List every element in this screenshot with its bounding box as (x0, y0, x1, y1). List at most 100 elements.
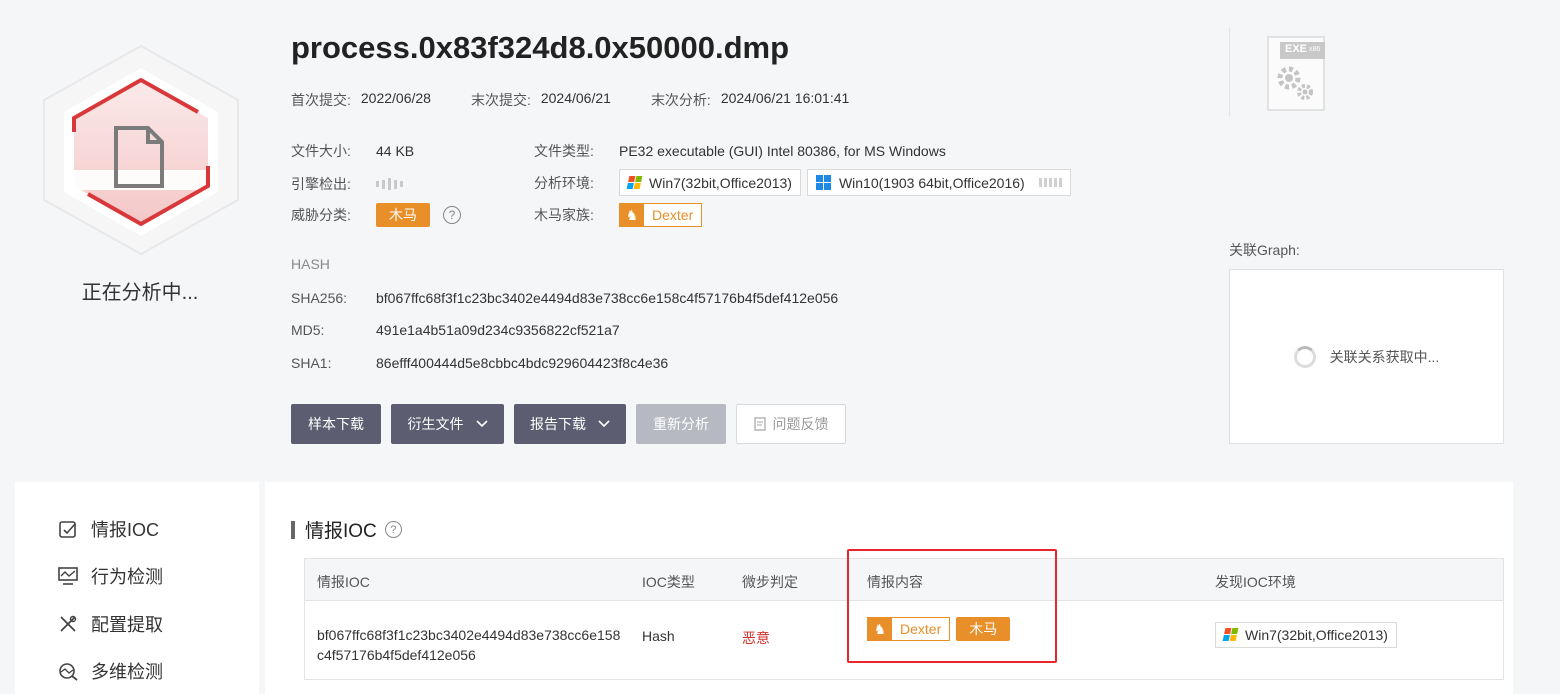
last-submit-value: 2024/06/21 (540, 90, 611, 106)
knight-icon: ♞ (620, 204, 644, 226)
file-size-value: 44 KB (376, 143, 415, 159)
feedback-button[interactable]: 问题反馈 (736, 404, 846, 444)
table-row: bf067ffc68f3f1c23bc3402e4494d83e738cc6e1… (305, 601, 1503, 679)
sidebar-item-label: 情报IOC (91, 520, 160, 540)
sha1-value: 86efff400444d5e8cbbc4bdc929604423f8c4e36 (376, 355, 669, 371)
family-tag[interactable]: ♞ Dexter (867, 617, 951, 641)
report-download-button[interactable]: 报告下载 (514, 404, 626, 444)
analysis-status: 正在分析中... (81, 282, 199, 304)
derived-files-button[interactable]: 衍生文件 (391, 404, 504, 444)
ioc-env: Win7(32bit,Office2013) (1215, 621, 1403, 648)
sidebar-item-label: 行为检测 (91, 567, 163, 587)
file-size: 文件大小: 44 KB (291, 141, 414, 161)
ioc-verdict: 恶意 (742, 630, 770, 646)
behavior-icon (57, 565, 79, 587)
engine-detection: 引擎检出: (291, 174, 403, 194)
graph-label: 关联Graph: (1229, 242, 1300, 258)
analysis-env: 分析环境: Win7(32bit,Office2013) Win10(1903 … (534, 169, 1077, 196)
chevron-down-icon (598, 417, 610, 431)
sidebar-item-config[interactable]: 配置提取 (57, 611, 163, 637)
sidebar-item-label: 配置提取 (91, 615, 163, 635)
section-title: 情报IOC ? (291, 516, 402, 543)
column-header-intel: 情报内容 (867, 574, 923, 590)
download-sample-button[interactable]: 样本下载 (291, 404, 381, 444)
exe-file-icon: EXE x86 (1267, 36, 1326, 111)
family-tag-label: Dexter (652, 207, 694, 223)
intel-ioc-icon (57, 518, 79, 540)
section-marker (291, 520, 295, 539)
threat-tag: 木马 (376, 203, 430, 227)
last-submit-label: 末次提交: (470, 92, 531, 108)
threat-hexagon-icon (38, 42, 244, 258)
env-tag-win10-label: Win10(1903 64bit,Office2016) (838, 174, 1025, 191)
column-header-type: IOC类型 (642, 574, 695, 590)
ioc-value[interactable]: bf067ffc68f3f1c23bc3402e4494d83e738cc6e1… (317, 625, 622, 665)
family-tag-label: Dexter (900, 621, 942, 637)
exe-badge-arch: x86 (1309, 46, 1321, 53)
md5-label: MD5: (291, 322, 325, 338)
windows-logo-icon (626, 176, 643, 189)
family-tag[interactable]: ♞ Dexter (619, 203, 703, 227)
env-tag-win7-label: Win7(32bit,Office2013) (1245, 626, 1388, 643)
sidebar-item-intel-ioc[interactable]: 情报IOC (57, 516, 159, 542)
threat-tag: 木马 (956, 617, 1011, 641)
env-tag-win10[interactable]: Win10(1903 64bit,Office2016) (806, 169, 1071, 196)
first-submit-label: 首次提交: (291, 92, 351, 108)
table-header: 情报IOC IOC类型 微步判定 情报内容 发现IOC环境 (305, 559, 1503, 601)
report-sidebar: 情报IOC 行为检测 配置提取 多维检测 (15, 482, 259, 694)
ioc-table: 情报IOC IOC类型 微步判定 情报内容 发现IOC环境 bf067ffc68… (304, 558, 1504, 680)
env-tag-win7[interactable]: Win7(32bit,Office2013) (1215, 621, 1397, 648)
ioc-section: 情报IOC ? 情报IOC IOC类型 微步判定 情报内容 发现IOC环境 bf… (265, 482, 1513, 694)
help-icon[interactable]: ? (443, 206, 461, 224)
hash-heading: HASH (291, 256, 330, 272)
file-summary: 正在分析中... process.0x83f324d8.0x50000.dmp … (0, 0, 1560, 470)
sidebar-item-behavior[interactable]: 行为检测 (57, 563, 163, 589)
engine-detection-label: 引擎检出: (291, 176, 351, 192)
env-tag-win7[interactable]: Win7(32bit,Office2013) (619, 169, 801, 196)
file-title: process.0x83f324d8.0x50000.dmp (291, 30, 790, 65)
analysis-env-label: 分析环境: (534, 174, 594, 191)
file-size-label: 文件大小: (291, 143, 351, 159)
threat-classification-label: 威胁分类: (291, 207, 351, 223)
env-score-bars (1038, 178, 1062, 187)
engine-detection-bars (376, 178, 403, 190)
derived-files-label: 衍生文件 (407, 416, 464, 432)
divider (1229, 28, 1230, 116)
last-analysis-value: 2024/06/21 16:01:41 (720, 90, 850, 106)
trojan-family: 木马家族: ♞ Dexter (534, 203, 703, 227)
exe-badge: EXE (1285, 43, 1308, 55)
first-submit-value: 2022/06/28 (360, 90, 431, 106)
sidebar-item-multi-detect[interactable]: 多维检测 (57, 658, 163, 684)
trojan-family-label: 木马家族: (534, 207, 594, 223)
sha256-label: SHA256: (291, 290, 348, 306)
report-download-label: 报告下载 (530, 416, 586, 432)
env-tag-win7-label: Win7(32bit,Office2013) (649, 174, 792, 191)
feedback-icon (753, 417, 767, 431)
threat-classification: 威胁分类: 木马 ? (291, 203, 461, 227)
graph-loading-text: 关联关系获取中... (1329, 348, 1440, 365)
column-header-verdict: 微步判定 (742, 574, 798, 590)
sha256-row: SHA256: bf067ffc68f3f1c23bc3402e4494d83e… (291, 290, 838, 306)
loading-spinner-icon (1293, 345, 1316, 368)
file-type-value: PE32 executable (GUI) Intel 80386, for M… (619, 143, 946, 159)
chevron-down-icon (475, 417, 488, 431)
multi-detect-icon (57, 660, 79, 682)
feedback-label: 问题反馈 (772, 416, 829, 432)
help-icon[interactable]: ? (384, 521, 402, 538)
md5-value: 491e1a4b51a09d234c9356822cf521a7 (376, 322, 620, 338)
reanalyze-label: 重新分析 (653, 416, 709, 432)
section-title-text: 情报IOC (305, 521, 377, 542)
column-header-ioc: 情报IOC (317, 574, 370, 590)
file-type: 文件类型: PE32 executable (GUI) Intel 80386,… (534, 141, 946, 161)
sha1-row: SHA1: 86efff400444d5e8cbbc4bdc929604423f… (291, 355, 668, 371)
windows-logo-icon (1222, 628, 1239, 641)
download-sample-label: 样本下载 (308, 416, 364, 432)
sha1-label: SHA1: (291, 355, 332, 371)
windows10-logo-icon (815, 175, 831, 190)
reanalyze-button[interactable]: 重新分析 (636, 404, 726, 444)
column-header-env: 发现IOC环境 (1215, 574, 1296, 590)
last-analysis-label: 末次分析: (650, 92, 711, 108)
md5-row: MD5: 491e1a4b51a09d234c9356822cf521a7 (291, 322, 620, 338)
ioc-type: Hash (642, 628, 675, 644)
ioc-intel: ♞ Dexter 木马 (867, 617, 1011, 641)
